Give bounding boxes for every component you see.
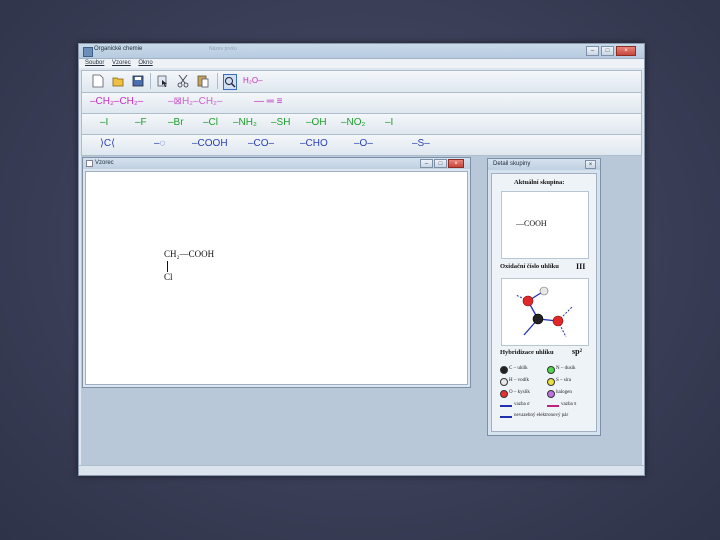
child-close-button[interactable]: × xyxy=(448,159,464,168)
chain-ch2-ch2-disabled[interactable]: –⊠H₂–CH₂– xyxy=(168,96,223,107)
oxygen-dot-icon xyxy=(500,390,508,398)
file-toolbar: H₂O– xyxy=(81,70,642,93)
formula-window: Vzorec – □ × CH₂—COOH Cl xyxy=(82,157,471,388)
carbon-dot-icon xyxy=(500,366,508,374)
window-title: Organické chemie xyxy=(94,46,143,52)
group-i[interactable]: –I xyxy=(100,117,108,128)
save-icon[interactable] xyxy=(132,74,144,88)
hybrid-value: sp² xyxy=(572,347,582,356)
group-br[interactable]: –Br xyxy=(168,117,184,128)
legend-sulfur: S – síra xyxy=(556,378,571,383)
cut-icon[interactable] xyxy=(177,74,189,88)
legend-halogen: halogen xyxy=(556,390,572,395)
legend-carbon: C – uhlík xyxy=(509,366,528,371)
hybrid-label: Hybridizace uhlíku xyxy=(500,349,554,356)
oxidation-value: III xyxy=(576,262,586,271)
chain-toolbar: –CH₂–CH₂– –⊠H₂–CH₂– — ═ ≡ xyxy=(81,92,642,114)
document-icon xyxy=(86,160,93,167)
group-toolbar-2: ⟩C⟨ –◌ –COOH –CO– –CHO –O– –S– xyxy=(81,134,642,156)
toolbar-separator xyxy=(150,73,151,89)
minimize-button[interactable]: – xyxy=(586,46,599,56)
group-co[interactable]: –CO– xyxy=(248,138,274,149)
group-toolbar-1: –I –F –Br –Cl –NH₂ –SH –OH –NO₂ –I xyxy=(81,113,642,135)
toolbar-separator xyxy=(217,73,218,89)
detail-close-button[interactable]: × xyxy=(585,160,596,169)
formula-canvas[interactable]: CH₂—COOH Cl xyxy=(85,171,468,385)
detail-titlebar: Detail skupiny × xyxy=(488,159,600,170)
current-group-label: Aktuální skupina: xyxy=(514,179,565,186)
legend-lone-pair: nevazebný elektronový pár xyxy=(514,413,569,418)
child-maximize-button[interactable]: □ xyxy=(434,159,447,168)
bond-buttons[interactable]: — ═ ≡ xyxy=(254,96,282,107)
legend-nitrogen: N – dusík xyxy=(556,366,576,371)
child-minimize-button[interactable]: – xyxy=(420,159,433,168)
legend-oxygen: O – kyslík xyxy=(509,390,530,395)
lone-pair-line xyxy=(500,416,512,418)
menu-bar: Soubor Vzorec Okno xyxy=(79,59,644,68)
group-sh[interactable]: –SH xyxy=(271,117,290,128)
menu-vzorec[interactable]: Vzorec xyxy=(112,60,131,66)
formula-window-titlebar: Vzorec – □ × xyxy=(83,158,470,169)
zoom-icon[interactable] xyxy=(223,74,237,90)
new-file-icon[interactable] xyxy=(92,74,104,88)
group-o[interactable]: –O– xyxy=(354,138,373,149)
maximize-button[interactable]: □ xyxy=(601,46,614,56)
status-bar xyxy=(79,465,644,475)
detail-panel: Detail skupiny × Aktuální skupina: —COOH… xyxy=(487,158,601,436)
detail-content: Aktuální skupina: —COOH Oxidační číslo u… xyxy=(491,173,597,432)
group-oh[interactable]: –OH xyxy=(306,117,327,128)
group-f[interactable]: –F xyxy=(135,117,147,128)
formula-bottom: Cl xyxy=(164,272,173,282)
select-icon[interactable] xyxy=(157,74,169,88)
group-no2[interactable]: –NO₂ xyxy=(341,117,365,128)
group-s[interactable]: –S– xyxy=(412,138,430,149)
sulfur-dot-icon xyxy=(547,378,555,386)
molecule-model-icon xyxy=(515,286,573,338)
group-nh2[interactable]: –NH₂ xyxy=(233,117,257,128)
open-folder-icon[interactable] xyxy=(112,74,124,88)
group-cooh[interactable]: –COOH xyxy=(192,138,228,149)
title-bar: Organické chemie Název prvku – □ × xyxy=(79,44,644,59)
molecule-model-box xyxy=(501,278,589,346)
chain-ch2-ch2[interactable]: –CH₂–CH₂– xyxy=(90,96,143,107)
legend-sigma: vazba σ xyxy=(514,402,530,407)
menu-okno[interactable]: Okno xyxy=(138,60,152,66)
legend-hydrogen: H – vodík xyxy=(509,378,529,383)
current-group-box: —COOH xyxy=(501,191,589,259)
halogen-dot-icon xyxy=(547,390,555,398)
group-i-2[interactable]: –I xyxy=(385,117,393,128)
sigma-bond-line xyxy=(500,405,512,407)
pi-bond-line xyxy=(547,405,559,407)
paste-icon[interactable] xyxy=(197,74,209,88)
formula-top: CH₂—COOH xyxy=(164,249,215,259)
group-c-branch[interactable]: ⟩C⟨ xyxy=(100,138,115,149)
group-cho[interactable]: –CHO xyxy=(300,138,328,149)
group-cl[interactable]: –Cl xyxy=(203,117,218,128)
menu-soubor[interactable]: Soubor xyxy=(85,60,104,66)
formula-window-title: Vzorec xyxy=(95,160,114,166)
hydrogen-dot-icon xyxy=(500,378,508,386)
oxidation-label: Oxidační číslo uhlíku xyxy=(500,263,559,270)
formula-label[interactable]: H₂O– xyxy=(243,76,263,85)
ghost-title: Název prvku xyxy=(209,46,237,52)
app-icon xyxy=(83,47,93,57)
group-ring[interactable]: –◌ xyxy=(154,138,166,149)
formula-bond xyxy=(167,261,168,272)
legend-pi: vazba π xyxy=(561,402,577,407)
detail-title: Detail skupiny xyxy=(493,161,531,167)
current-group-value: —COOH xyxy=(516,219,547,228)
close-button[interactable]: × xyxy=(616,46,636,56)
nitrogen-dot-icon xyxy=(547,366,555,374)
